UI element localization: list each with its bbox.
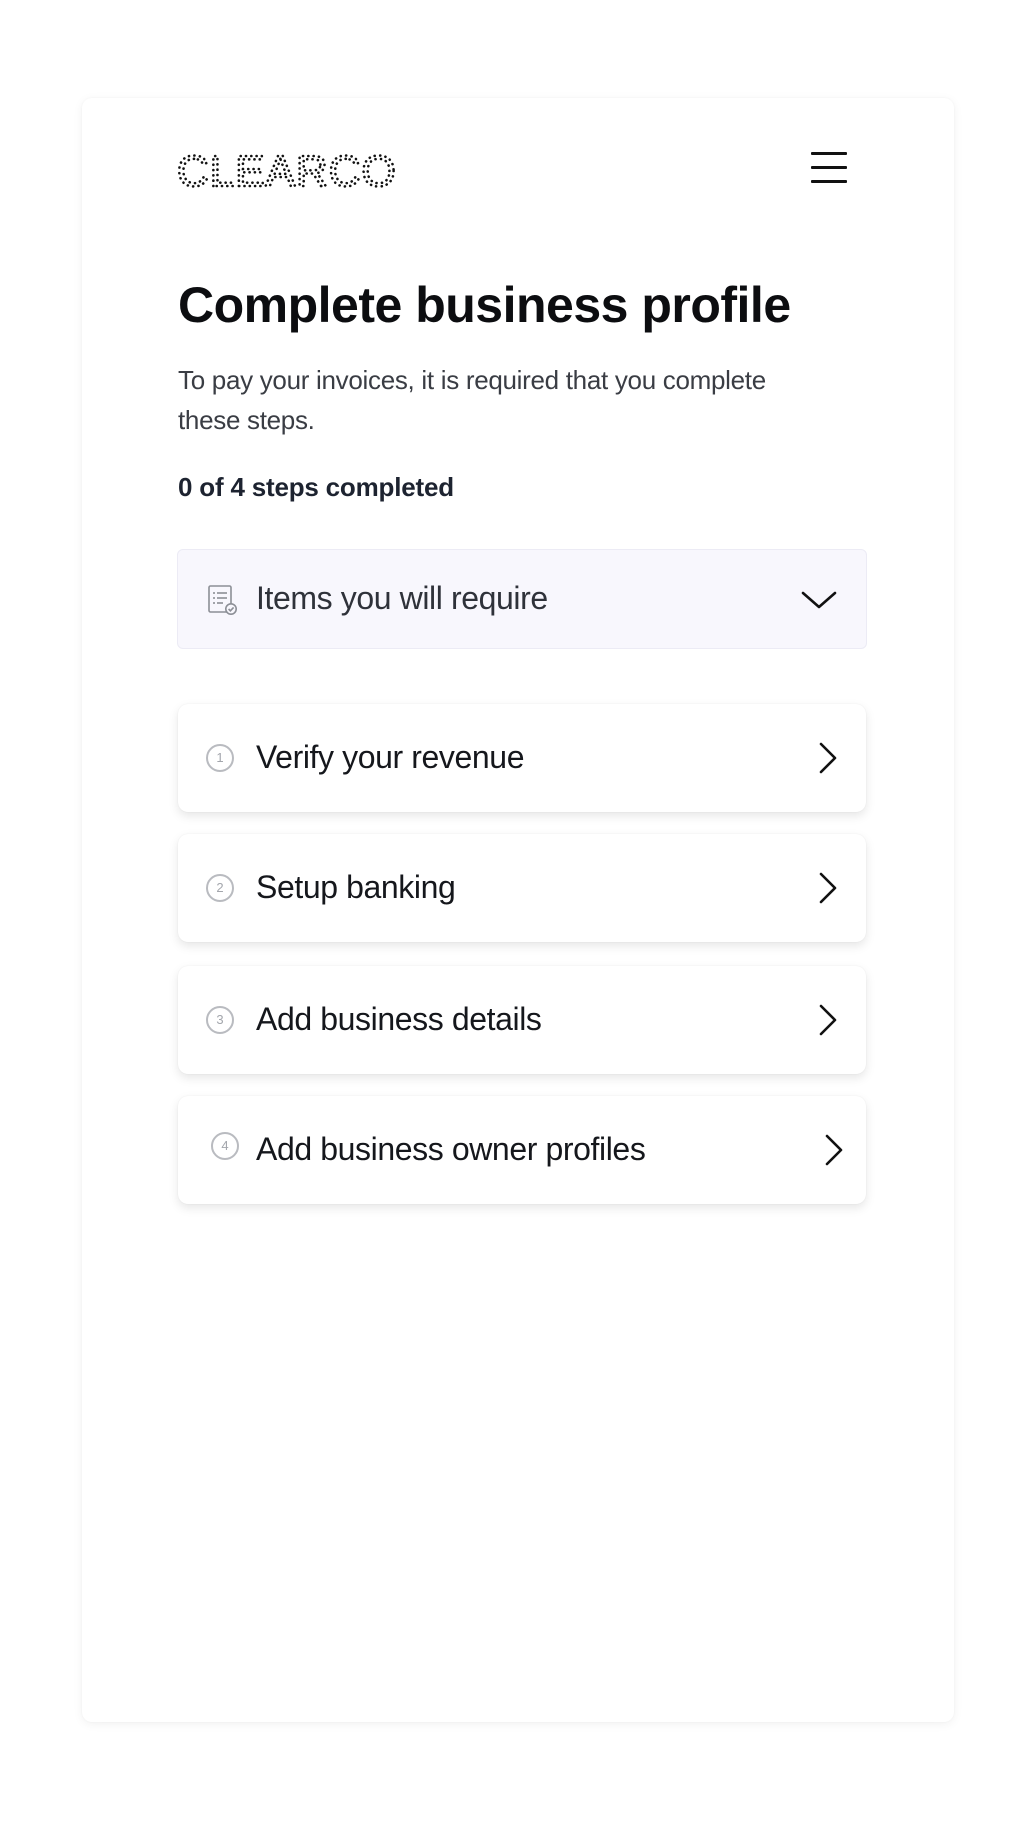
profile-card: CLEARCO Complete business profile To pay…: [82, 98, 954, 1722]
progress-status: 0 of 4 steps completed: [178, 472, 454, 502]
page-title: Complete business profile: [178, 277, 791, 333]
step-number-badge: 4: [211, 1132, 239, 1160]
chevron-down-icon[interactable]: [800, 588, 838, 612]
chevron-right-icon: [819, 1004, 837, 1036]
clearco-logo-icon: CLEARCO: [177, 152, 397, 192]
requirements-accordion[interactable]: Items you will require: [177, 549, 867, 649]
chevron-right-icon: [819, 742, 837, 774]
step-verify-revenue[interactable]: 1 Verify your revenue: [178, 704, 866, 812]
chevron-right-icon: [819, 872, 837, 904]
step-setup-banking[interactable]: 2 Setup banking: [178, 834, 866, 942]
step-number-badge: 1: [206, 744, 234, 772]
step-label: Setup banking: [256, 869, 456, 905]
requirements-label: Items you will require: [256, 580, 548, 616]
clearco-logo: CLEARCO: [177, 152, 437, 192]
step-label: Verify your revenue: [256, 739, 525, 775]
step-add-business-details[interactable]: 3 Add business details: [178, 966, 866, 1074]
step-add-owner-profiles[interactable]: 4 Add business owner profiles: [178, 1096, 866, 1204]
step-label: Add business details: [256, 1001, 542, 1037]
checklist-icon: [208, 585, 237, 615]
step-label: Add business owner profiles: [256, 1131, 646, 1167]
svg-text:CLEARCO: CLEARCO: [177, 152, 397, 192]
chevron-right-icon: [825, 1134, 843, 1166]
step-number-badge: 2: [206, 874, 234, 902]
page-subtitle: To pay your invoices, it is required tha…: [178, 365, 766, 435]
menu-icon[interactable]: [809, 150, 849, 184]
step-number-badge: 3: [206, 1006, 234, 1034]
